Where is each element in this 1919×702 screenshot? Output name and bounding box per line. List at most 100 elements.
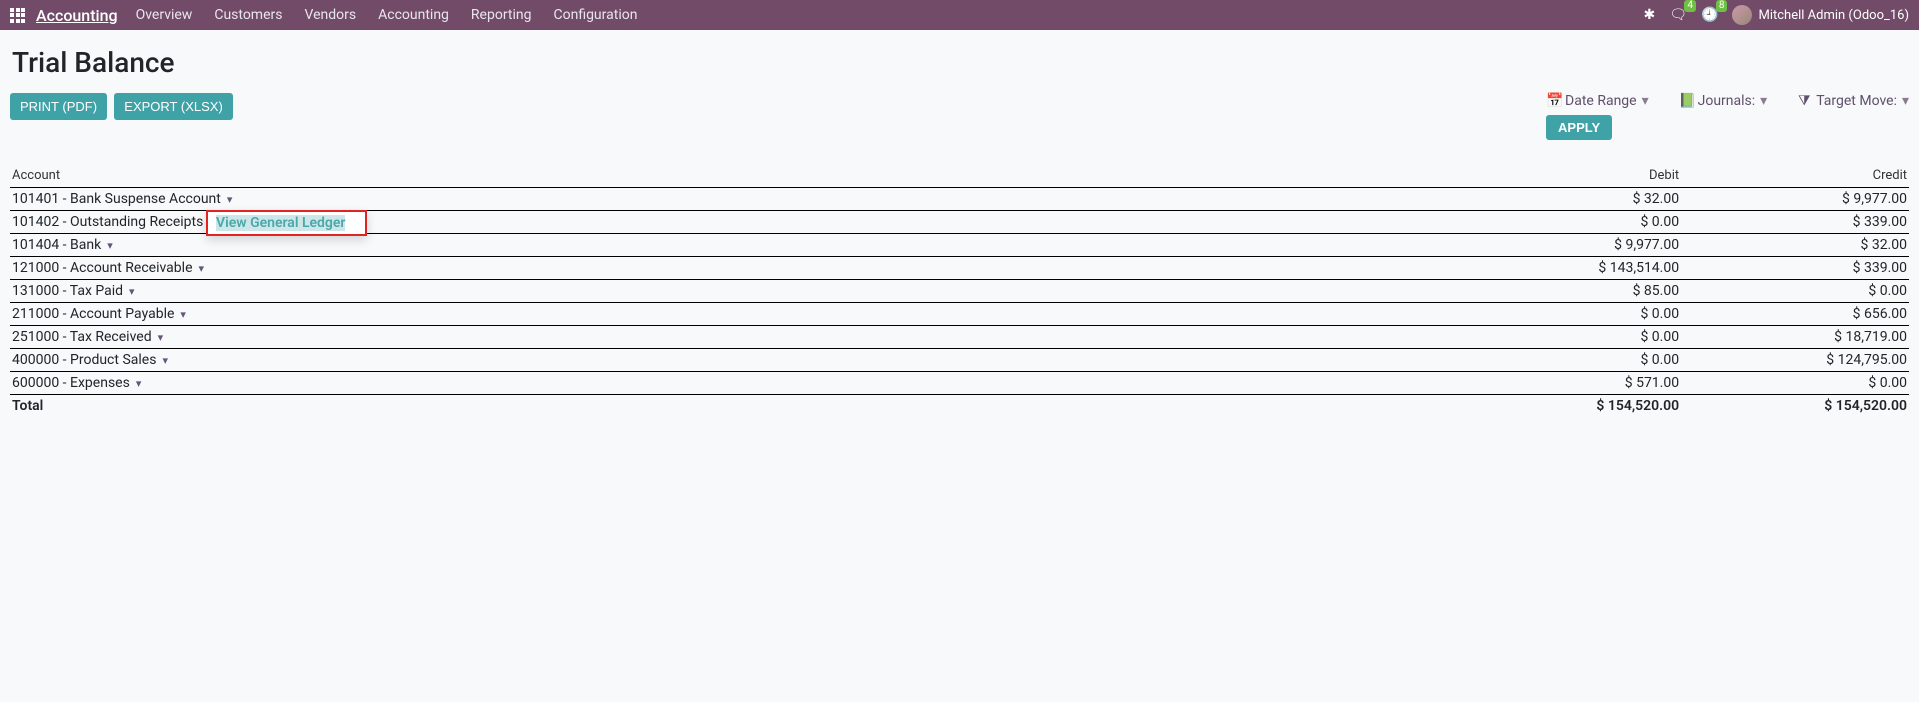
filter-date-range-label: Date Range <box>1565 93 1637 109</box>
chevron-down-icon[interactable]: ▾ <box>129 285 135 298</box>
table-row: 211000 - Account Payable ▾ $ 0.00$ 656.00 <box>10 303 1909 326</box>
account-name: 131000 - Tax Paid <box>12 283 123 299</box>
debit-cell: $ 0.00 <box>1453 349 1681 372</box>
account-name: 211000 - Account Payable <box>12 306 174 322</box>
filters: 📅 Date Range ▾ 📗 Journals: ▾ ⧩ Target Mo… <box>1546 93 1909 109</box>
filter-journals-label: Journals: <box>1698 93 1756 109</box>
brand[interactable]: Accounting <box>36 6 118 25</box>
user-name: Mitchell Admin (Odoo_16) <box>1758 8 1909 23</box>
toolbar: PRINT (PDF) EXPORT (XLSX) 📅 Date Range ▾… <box>10 93 1909 140</box>
debit-cell: $ 143,514.00 <box>1453 257 1681 280</box>
account-name: 400000 - Product Sales <box>12 352 156 368</box>
debit-cell: $ 0.00 <box>1453 211 1681 234</box>
table-row: 251000 - Tax Received ▾ $ 0.00$ 18,719.00 <box>10 326 1909 349</box>
table-row: 101402 - Outstanding Receipts▾View Gener… <box>10 211 1909 234</box>
credit-cell: $ 656.00 <box>1681 303 1909 326</box>
chevron-down-icon: ▾ <box>1760 93 1767 109</box>
credit-cell: $ 0.00 <box>1681 372 1909 395</box>
table-row: 121000 - Account Receivable ▾ $ 143,514.00… <box>10 257 1909 280</box>
view-general-ledger-link[interactable]: View General Ledger <box>216 215 345 231</box>
filter-target-move-label: Target Move: <box>1816 93 1897 109</box>
chevron-down-icon: ▾ <box>1902 93 1909 109</box>
avatar <box>1732 5 1752 25</box>
debit-cell: $ 0.00 <box>1453 326 1681 349</box>
table-row: 131000 - Tax Paid ▾ $ 85.00$ 0.00 <box>10 280 1909 303</box>
total-label: Total <box>10 395 1453 418</box>
chevron-down-icon[interactable]: ▾ <box>180 308 186 321</box>
account-cell[interactable]: 131000 - Tax Paid ▾ <box>10 280 1453 303</box>
filter-icon: ⧩ <box>1797 93 1811 109</box>
credit-cell: $ 339.00 <box>1681 257 1909 280</box>
export-xlsx-button[interactable]: EXPORT (XLSX) <box>114 93 233 120</box>
account-name: 101404 - Bank <box>12 237 101 253</box>
messages-icon[interactable]: 🗨4 <box>1669 7 1687 23</box>
debit-cell: $ 571.00 <box>1453 372 1681 395</box>
main-menu: Overview Customers Vendors Accounting Re… <box>136 7 638 23</box>
account-cell[interactable]: 600000 - Expenses ▾ <box>10 372 1453 395</box>
menu-configuration[interactable]: Configuration <box>553 7 637 23</box>
chevron-down-icon[interactable]: ▾ <box>227 193 233 206</box>
chevron-down-icon[interactable]: ▾ <box>199 262 205 275</box>
table-row: 101401 - Bank Suspense Account ▾ $ 32.00$ … <box>10 188 1909 211</box>
debit-cell: $ 32.00 <box>1453 188 1681 211</box>
table-row: 101404 - Bank ▾ $ 9,977.00$ 32.00 <box>10 234 1909 257</box>
col-debit: Debit <box>1453 164 1681 188</box>
chevron-down-icon[interactable]: ▾ <box>136 377 142 390</box>
menu-accounting[interactable]: Accounting <box>378 7 449 23</box>
user-menu[interactable]: Mitchell Admin (Odoo_16) <box>1732 5 1909 25</box>
book-icon: 📗 <box>1679 93 1693 109</box>
account-cell[interactable]: 211000 - Account Payable ▾ <box>10 303 1453 326</box>
account-cell[interactable]: 101402 - Outstanding Receipts▾View Gener… <box>10 211 1453 234</box>
total-row: Total $ 154,520.00 $ 154,520.00 <box>10 395 1909 418</box>
account-name: 121000 - Account Receivable <box>12 260 193 276</box>
account-name: 101401 - Bank Suspense Account <box>12 191 221 207</box>
filter-target-move[interactable]: ⧩ Target Move: ▾ <box>1797 93 1909 109</box>
account-cell[interactable]: 121000 - Account Receivable ▾ <box>10 257 1453 280</box>
account-cell[interactable]: 101401 - Bank Suspense Account ▾ <box>10 188 1453 211</box>
filter-journals[interactable]: 📗 Journals: ▾ <box>1679 93 1768 109</box>
chevron-down-icon[interactable]: ▾ <box>107 239 113 252</box>
table-row: 600000 - Expenses ▾ $ 571.00$ 0.00 <box>10 372 1909 395</box>
account-cell[interactable]: 101404 - Bank ▾ <box>10 234 1453 257</box>
menu-reporting[interactable]: Reporting <box>471 7 532 23</box>
top-navbar: Accounting Overview Customers Vendors Ac… <box>0 0 1919 30</box>
debit-cell: $ 85.00 <box>1453 280 1681 303</box>
apps-icon[interactable] <box>10 6 28 24</box>
chevron-down-icon[interactable]: ▾ <box>158 331 164 344</box>
credit-cell: $ 124,795.00 <box>1681 349 1909 372</box>
menu-customers[interactable]: Customers <box>214 7 282 23</box>
filter-date-range[interactable]: 📅 Date Range ▾ <box>1546 93 1649 109</box>
total-debit: $ 154,520.00 <box>1453 395 1681 418</box>
chevron-down-icon[interactable]: ▾ <box>162 354 168 367</box>
activities-icon[interactable]: 🕘8 <box>1701 7 1718 23</box>
page-title: Trial Balance <box>12 46 1909 79</box>
account-name: 251000 - Tax Received <box>12 329 152 345</box>
messages-badge: 4 <box>1684 0 1696 12</box>
debit-cell: $ 9,977.00 <box>1453 234 1681 257</box>
calendar-icon: 📅 <box>1546 93 1560 109</box>
left-buttons: PRINT (PDF) EXPORT (XLSX) <box>10 93 237 120</box>
chevron-down-icon: ▾ <box>1642 93 1649 109</box>
account-cell[interactable]: 400000 - Product Sales ▾ <box>10 349 1453 372</box>
account-popover: View General Ledger <box>206 210 367 236</box>
credit-cell: $ 9,977.00 <box>1681 188 1909 211</box>
account-name: 600000 - Expenses <box>12 375 130 391</box>
credit-cell: $ 339.00 <box>1681 211 1909 234</box>
menu-overview[interactable]: Overview <box>136 7 193 23</box>
debit-cell: $ 0.00 <box>1453 303 1681 326</box>
content: Trial Balance PRINT (PDF) EXPORT (XLSX) … <box>0 30 1919 417</box>
debug-icon[interactable]: ✱ <box>1644 7 1656 23</box>
activities-badge: 8 <box>1716 0 1728 12</box>
apply-button[interactable]: APPLY <box>1546 115 1612 140</box>
credit-cell: $ 18,719.00 <box>1681 326 1909 349</box>
menu-vendors[interactable]: Vendors <box>304 7 356 23</box>
account-cell[interactable]: 251000 - Tax Received ▾ <box>10 326 1453 349</box>
total-credit: $ 154,520.00 <box>1681 395 1909 418</box>
credit-cell: $ 0.00 <box>1681 280 1909 303</box>
credit-cell: $ 32.00 <box>1681 234 1909 257</box>
col-account: Account <box>10 164 1453 188</box>
print-pdf-button[interactable]: PRINT (PDF) <box>10 93 107 120</box>
trial-balance-table: Account Debit Credit 101401 - Bank Suspe… <box>10 164 1909 417</box>
filters-area: 📅 Date Range ▾ 📗 Journals: ▾ ⧩ Target Mo… <box>1546 93 1909 140</box>
account-name: 101402 - Outstanding Receipts <box>12 214 203 230</box>
